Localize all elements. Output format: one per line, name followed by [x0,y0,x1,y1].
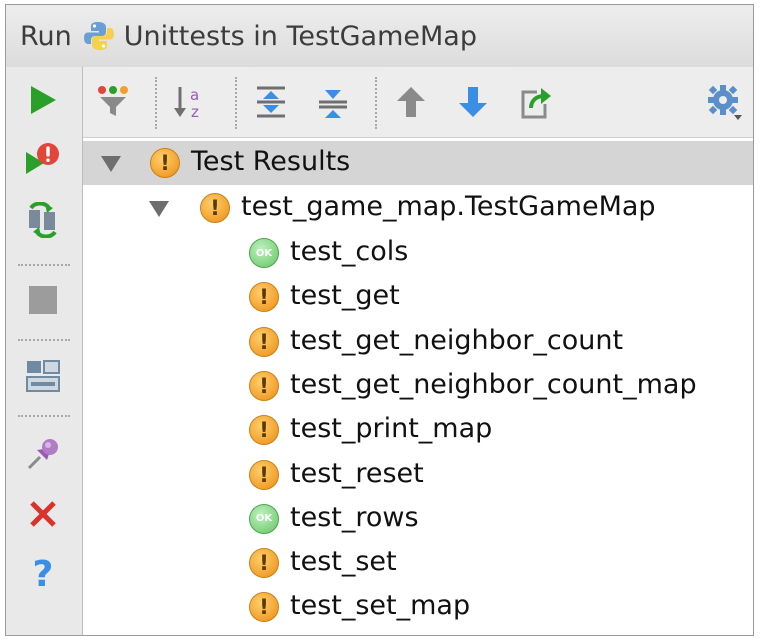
collapse-arrow-icon[interactable] [149,201,169,217]
test-label: test_reset [290,457,424,489]
tool-window-header: Run Unittests in TestGameMap [6,5,753,68]
run-label: Run [20,20,72,52]
left-toolbar: ? [6,67,83,635]
expand-all-icon[interactable] [251,82,291,122]
help-icon[interactable]: ? [24,553,62,595]
tree-suite-row[interactable]: ! test_game_map.TestGameMap [83,186,753,230]
sort-z-glyph: z [191,103,199,120]
toolbar-separator [155,77,157,129]
warning-icon: ! [249,548,279,579]
toolbar-separator [235,77,237,129]
pin-icon[interactable] [24,435,62,473]
warning-icon: ! [249,282,279,313]
test-label: test_set [290,546,397,578]
stop-icon[interactable] [24,281,62,319]
tree-root-row[interactable]: ! Test Results [83,141,753,185]
passed-icon: OK [249,503,279,534]
collapse-arrow-icon[interactable] [101,156,121,172]
export-icon[interactable] [515,82,555,122]
next-failed-icon[interactable] [453,82,493,122]
help-glyph: ? [32,553,54,595]
settings-icon[interactable] [705,82,745,122]
run-config-name: Unittests in TestGameMap [123,20,477,52]
warning-icon: ! [249,415,279,446]
filter-icon[interactable] [93,82,133,122]
test-label: test_cols [290,236,409,267]
test-row[interactable]: ! test_get [83,275,753,319]
warning-icon: ! [249,370,279,401]
rerun-failed-icon[interactable] [24,141,62,179]
sort-alpha-icon[interactable]: a z [171,82,211,122]
test-results-tree: ! Test Results ! test_game_map.TestGameM… [83,138,753,635]
test-row[interactable]: OK test_rows [83,497,753,541]
close-icon[interactable] [24,495,62,533]
tree-suite-label: test_game_map.TestGameMap [241,191,656,222]
sort-a-glyph: a [190,86,199,104]
toolbar-separator [18,264,70,266]
test-label: test_get_neighbor_count_map [290,368,697,400]
test-label: test_get_neighbor_count [290,324,624,356]
test-label: test_get [290,280,400,312]
run-icon[interactable] [24,81,62,119]
test-row[interactable]: ! test_reset [83,453,753,497]
toolbar-separator [18,339,70,341]
warning-icon: ! [150,148,180,178]
test-row[interactable]: OK test_cols [83,231,753,275]
python-icon [82,19,116,53]
passed-icon: OK [249,238,279,268]
toolbar-separator [375,77,377,129]
test-label: test_set_map [290,590,471,622]
test-label: test_rows [290,501,419,533]
run-tool-window: Run Unittests in TestGameMap ? a z ! Tes… [5,4,754,636]
warning-icon: ! [249,459,279,490]
toggle-auto-test-icon[interactable] [24,201,62,239]
collapse-all-icon[interactable] [313,82,353,122]
warning-icon: ! [249,326,279,357]
previous-failed-icon[interactable] [391,82,431,122]
test-row[interactable]: ! test_print_map [83,408,753,452]
test-label: test_print_map [290,413,493,445]
test-row[interactable]: ! test_set_map [83,585,753,629]
warning-icon: ! [249,592,279,623]
test-row[interactable]: ! test_set [83,541,753,585]
layout-icon[interactable] [24,357,62,395]
toolbar-separator [18,415,70,417]
test-row[interactable]: ! test_get_neighbor_count_map [83,364,753,408]
test-row[interactable]: ! test_get_neighbor_count [83,320,753,364]
tree-root-label: Test Results [191,146,351,177]
warning-icon: ! [200,193,230,223]
test-toolbar: a z [83,67,753,138]
